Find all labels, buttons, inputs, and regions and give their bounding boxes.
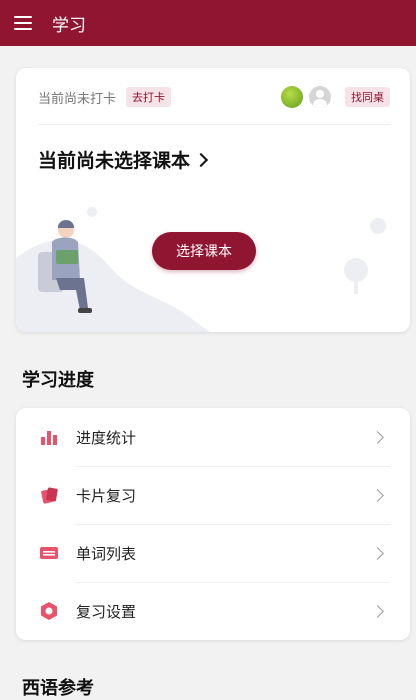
page-title: 学习 (52, 15, 86, 36)
select-book-link[interactable]: 当前尚未选择课本 (38, 146, 209, 173)
list-item-review-settings[interactable]: 复习设置 (16, 582, 410, 640)
find-deskmate-button[interactable]: 找同桌 (345, 87, 390, 107)
section-title-reference: 西语参考 (22, 678, 94, 699)
chevron-right-icon (371, 546, 384, 560)
book-title-text: 当前尚未选择课本 (38, 150, 191, 172)
list-item-label: 卡片复习 (76, 486, 137, 505)
chevron-right-icon (371, 488, 384, 502)
list-item-word-list[interactable]: 单词列表 (16, 524, 410, 582)
checkin-row: 当前尚未打卡 去打卡 找同桌 (38, 86, 390, 108)
progress-list: 进度统计 卡片复习 单词列表 复习设置 (16, 408, 410, 640)
deskmate-avatars (281, 86, 331, 108)
cards-icon (38, 484, 60, 506)
checkin-button[interactable]: 去打卡 (126, 87, 172, 107)
checkin-status-text: 当前尚未打卡 (38, 91, 117, 107)
list-item-label: 进度统计 (76, 428, 137, 447)
current-book-card: 当前尚未打卡 去打卡 找同桌 当前尚未选择课本 选择课本 (16, 68, 410, 332)
chevron-right-icon (193, 152, 209, 167)
avatar[interactable] (281, 86, 303, 108)
list-item-label: 复习设置 (76, 602, 137, 621)
top-app-bar: 学习 (0, 0, 416, 46)
list-item-progress-stats[interactable]: 进度统计 (16, 408, 410, 466)
list-item-card-review[interactable]: 卡片复习 (16, 466, 410, 524)
chevron-right-icon (371, 430, 384, 444)
divider (38, 124, 390, 125)
settings-icon (38, 600, 60, 622)
chevron-right-icon (371, 604, 384, 618)
bar-chart-icon (38, 426, 60, 448)
select-book-button[interactable]: 选择课本 (152, 232, 256, 270)
menu-icon (14, 16, 32, 30)
menu-button[interactable] (0, 0, 46, 46)
list-item-label: 单词列表 (76, 544, 137, 563)
section-title-progress: 学习进度 (22, 370, 94, 391)
word-list-icon (38, 542, 60, 564)
avatar-placeholder-icon[interactable] (309, 86, 331, 108)
